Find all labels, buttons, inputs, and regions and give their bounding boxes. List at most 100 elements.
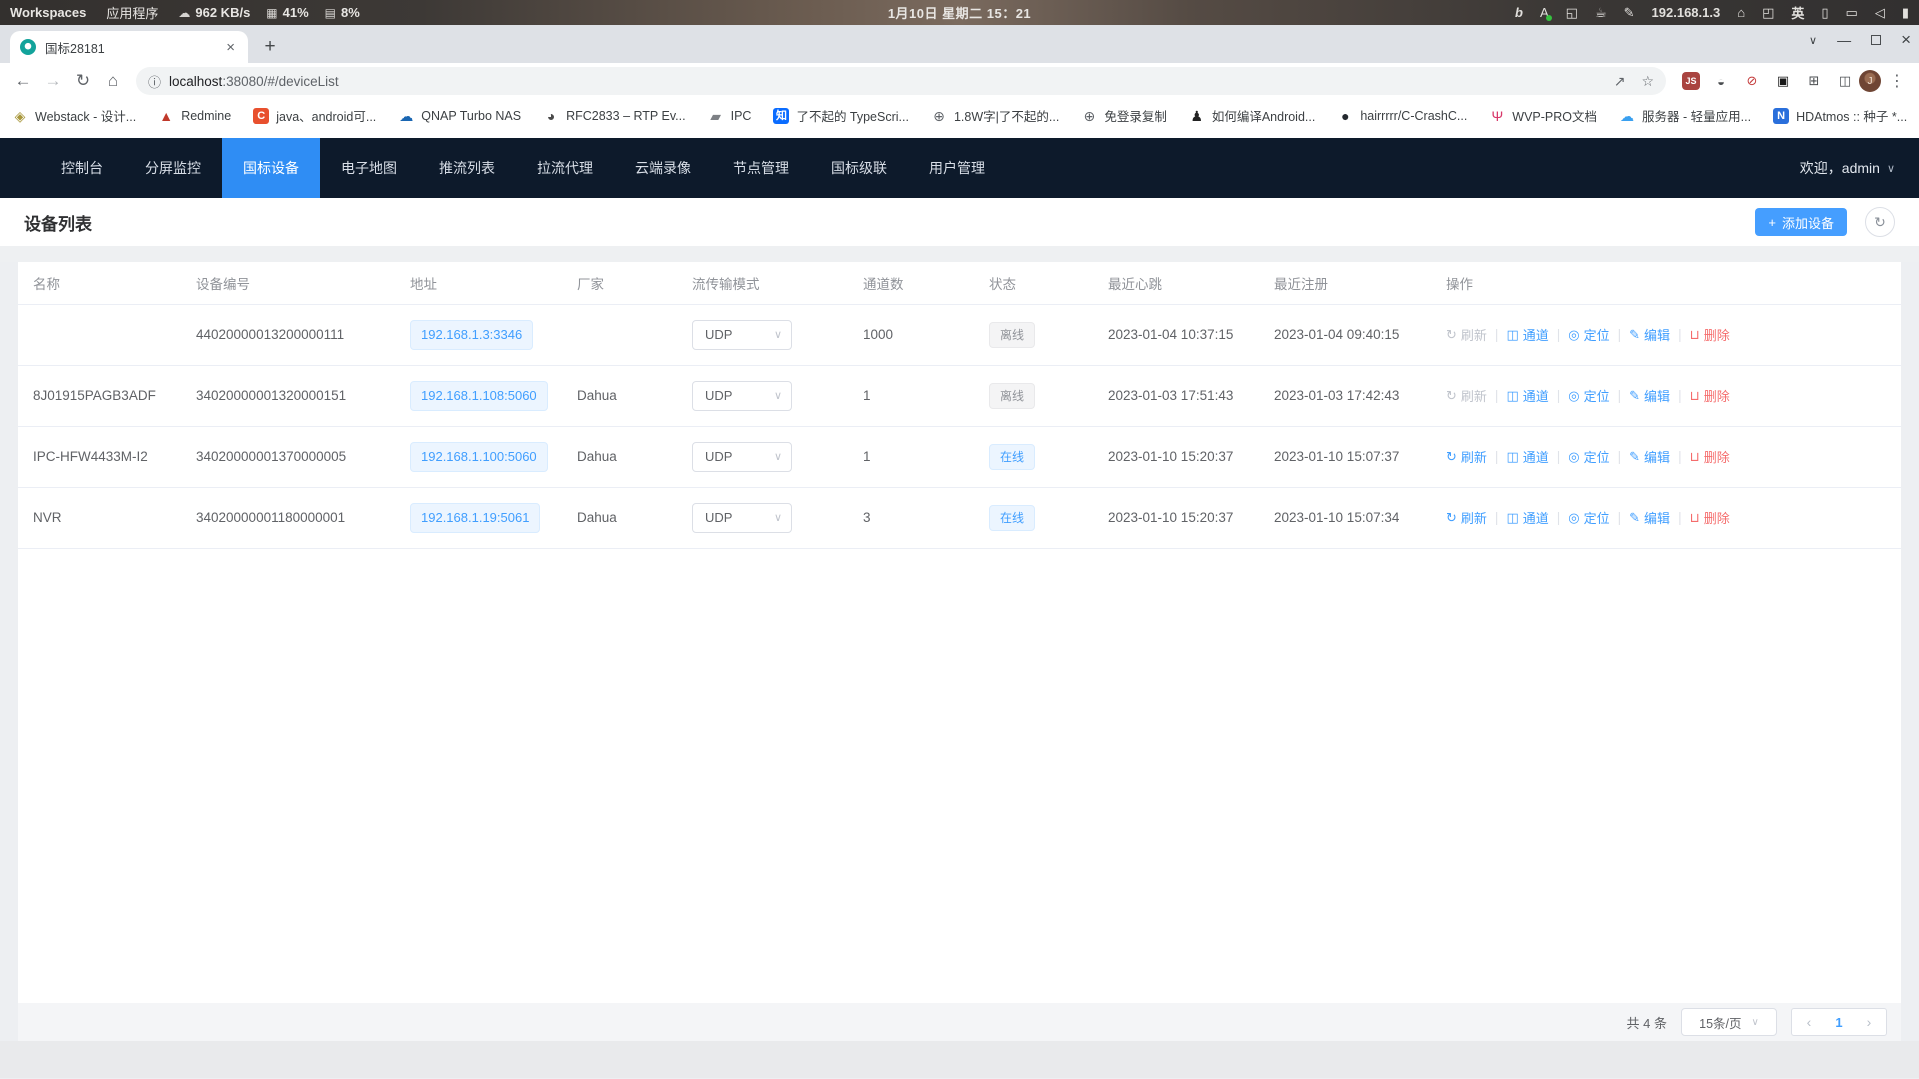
tab-close-icon[interactable]: × [223,39,238,56]
nav-item[interactable]: 国标设备 [222,138,320,198]
stream-mode-select[interactable]: UDP∨ [692,442,792,472]
locate-action-link[interactable]: ◎定位 [1568,386,1609,405]
address-bar[interactable]: ⓘ localhost:38080/#/deviceList ↗ ☆ [136,67,1666,95]
address-tag[interactable]: 192.168.1.100:5060 [410,442,548,472]
battery-icon[interactable]: ▮ [1902,5,1909,21]
locate-action-link[interactable]: ◎定位 [1568,325,1609,344]
address-tag[interactable]: 192.168.1.108:5060 [410,381,548,411]
close-button[interactable]: × [1901,30,1911,50]
share-icon[interactable]: ↗ [1614,73,1626,90]
bookmark-item[interactable]: ⊕免登录复制 [1081,106,1167,125]
add-device-button[interactable]: +添加设备 [1755,208,1847,236]
channels-action-link[interactable]: ◫通道 [1506,508,1548,527]
bookmark-item[interactable]: NHDAtmos :: 种子 *... [1773,106,1907,125]
coffee-icon[interactable]: ☕ [1595,5,1607,21]
bookmark-item[interactable]: ●hairrrrr/C-CrashC... [1337,108,1467,124]
color-picker-icon[interactable]: ✎ [1624,5,1635,21]
home-icon[interactable]: ⌂ [100,71,126,91]
maximize-button[interactable] [1871,32,1881,48]
bookmark-item[interactable]: ☁QNAP Turbo NAS [398,108,521,124]
profile-avatar[interactable]: J [1859,70,1881,92]
darkreader-extension-icon[interactable]: ◒ [1711,71,1731,91]
bookmark-item[interactable]: ΨWVP-PRO文档 [1489,106,1597,125]
bookmark-item[interactable]: ▲Redmine [158,108,231,124]
extensions-puzzle-icon[interactable]: ⊞ [1804,71,1824,91]
browser-menu-icon[interactable]: ⋮ [1885,71,1909,91]
channels-action-link[interactable]: ◫通道 [1506,325,1548,344]
clock[interactable]: 1月10日 星期二 15：21 [888,3,1031,22]
bookmark-label: Webstack - 设计... [35,106,136,125]
site-info-icon[interactable]: ⓘ [148,72,161,91]
minimize-button[interactable]: — [1837,32,1851,48]
user-menu[interactable]: 欢迎，admin ∨ [1800,158,1895,178]
side-panel-icon[interactable]: ◫ [1835,71,1855,91]
nav-item[interactable]: 控制台 [40,138,124,198]
nav-item[interactable]: 节点管理 [712,138,810,198]
bookmark-item[interactable]: ☁服务器 - 轻量应用... [1619,106,1751,125]
channels-icon: ◫ [1506,510,1518,526]
clipboard-icon[interactable]: ◱ [1566,5,1578,21]
edit-action-link[interactable]: ✎编辑 [1629,447,1670,466]
delete-action-link[interactable]: ⊔删除 [1690,447,1730,466]
ip-address[interactable]: 192.168.1.3 [1652,5,1721,20]
locate-action-link[interactable]: ◎定位 [1568,447,1609,466]
channels-action-link[interactable]: ◫通道 [1506,447,1548,466]
bookmark-item[interactable]: ▰IPC [708,108,752,124]
refresh-list-button[interactable]: ↻ [1865,207,1895,237]
nav-item[interactable]: 推流列表 [418,138,516,198]
workspaces-icon[interactable]: ◰ [1762,5,1774,21]
reload-icon[interactable]: ↻ [70,71,96,91]
home-icon[interactable]: ⌂ [1737,5,1745,20]
tab-search-icon[interactable]: ∨ [1809,34,1817,47]
locate-action-link[interactable]: ◎定位 [1568,508,1609,527]
bookmark-item[interactable]: Cjava、android可... [253,106,376,125]
bookmark-star-icon[interactable]: ☆ [1641,73,1654,90]
bookmark-item[interactable]: ◕RFC2833 – RTP Ev... [543,108,686,124]
refresh-action-link[interactable]: ↻刷新 [1446,325,1487,344]
stream-mode-select[interactable]: UDP∨ [692,503,792,533]
address-tag[interactable]: 192.168.1.19:5061 [410,503,540,533]
address-tag[interactable]: 192.168.1.3:3346 [410,320,533,350]
nav-item[interactable]: 国标级联 [810,138,908,198]
back-icon[interactable]: ← [10,71,36,91]
forward-icon[interactable]: → [40,71,66,91]
workspaces-button[interactable]: Workspaces [10,5,86,20]
delete-action-link[interactable]: ⊔删除 [1690,325,1730,344]
new-tab-button[interactable]: + [256,33,284,61]
browser-tab[interactable]: 国标28181 × [10,31,248,63]
applications-menu[interactable]: 应用程序 [106,3,158,22]
bing-icon[interactable]: b [1515,5,1523,20]
delete-action-link[interactable]: ⊔删除 [1690,386,1730,405]
bookmark-item[interactable]: ♟如何编译Android... [1189,106,1316,125]
nav-item[interactable]: 用户管理 [908,138,1006,198]
current-page[interactable]: 1 [1824,1015,1854,1030]
bookmark-item[interactable]: 知了不起的 TypeScri... [773,106,909,125]
stream-mode-select[interactable]: UDP∨ [692,381,792,411]
refresh-action-link[interactable]: ↻刷新 [1446,508,1487,527]
input-method-indicator[interactable]: 英 [1791,3,1804,22]
prev-page-icon[interactable]: ‹ [1794,1014,1824,1030]
edit-action-link[interactable]: ✎编辑 [1629,325,1670,344]
js-extension-icon[interactable]: JS [1682,72,1700,90]
bookmark-item[interactable]: ⊕1.8W字|了不起的... [931,106,1059,125]
screenshot-extension-icon[interactable]: ▣ [1773,71,1793,91]
bookmark-item[interactable]: ◈Webstack - 设计... [12,106,136,125]
nav-item[interactable]: 拉流代理 [516,138,614,198]
page-size-select[interactable]: 15条/页 ∨ [1681,1008,1777,1036]
nav-item[interactable]: 分屏监控 [124,138,222,198]
refresh-action-link[interactable]: ↻刷新 [1446,447,1487,466]
nav-item[interactable]: 电子地图 [320,138,418,198]
refresh-action-link[interactable]: ↻刷新 [1446,386,1487,405]
volume-icon[interactable]: ◁ [1875,5,1885,21]
display-icon[interactable]: ▭ [1846,5,1858,21]
phone-link-icon[interactable]: ▯ [1821,5,1828,21]
nav-item[interactable]: 云端录像 [614,138,712,198]
translate-icon[interactable]: A [1540,5,1549,20]
next-page-icon[interactable]: › [1854,1014,1884,1030]
adblock-extension-icon[interactable]: ⊘ [1742,71,1762,91]
delete-action-link[interactable]: ⊔删除 [1690,508,1730,527]
edit-action-link[interactable]: ✎编辑 [1629,386,1670,405]
edit-action-link[interactable]: ✎编辑 [1629,508,1670,527]
stream-mode-select[interactable]: UDP∨ [692,320,792,350]
channels-action-link[interactable]: ◫通道 [1506,386,1548,405]
